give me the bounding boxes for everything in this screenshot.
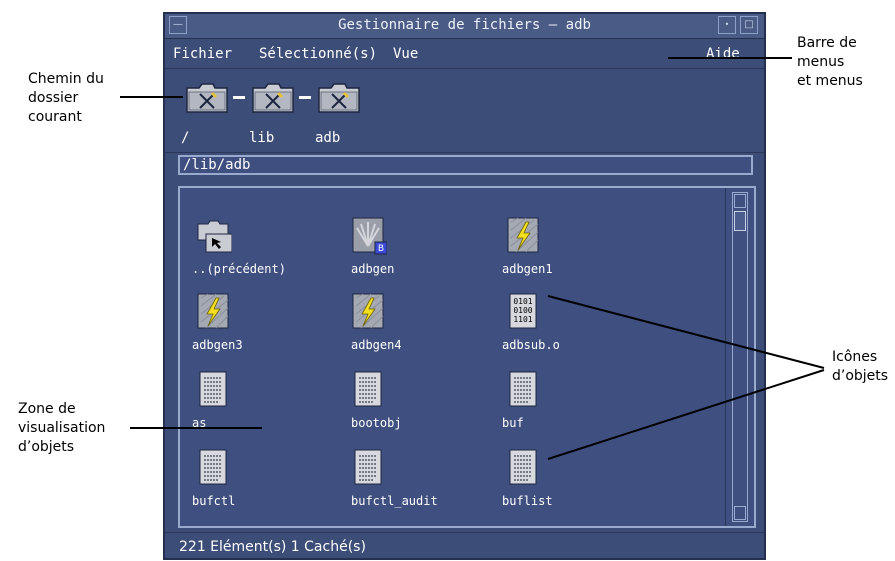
current-path-bar: / lib adb bbox=[165, 70, 764, 153]
annotation-line: dossier bbox=[28, 90, 79, 106]
path-separator bbox=[299, 96, 311, 99]
shell-script-icon: B bbox=[352, 217, 387, 255]
object-item[interactable]: 0101 0100 1101 adbsub.o bbox=[502, 292, 642, 362]
parent-folder-icon bbox=[197, 220, 232, 253]
menu-vue[interactable]: Vue bbox=[393, 46, 418, 62]
annotation-icons: Icônes d’objets bbox=[832, 348, 888, 386]
scroll-thumb[interactable] bbox=[734, 211, 746, 231]
menu-fichier[interactable]: Fichier bbox=[173, 46, 232, 62]
object-item[interactable]: buf bbox=[502, 370, 642, 440]
svg-text:1101: 1101 bbox=[513, 315, 532, 324]
text-file-icon bbox=[199, 371, 227, 407]
annotation-line: Zone de bbox=[18, 401, 76, 417]
annotation-path: Chemin du dossier courant bbox=[28, 70, 104, 127]
folder-icon-adb[interactable] bbox=[317, 80, 361, 114]
annotation-menubar: Barre de menus et menus bbox=[797, 34, 863, 91]
scroll-up-arrow[interactable] bbox=[734, 194, 746, 208]
annotation-line: et menus bbox=[797, 73, 863, 89]
svg-text:0101: 0101 bbox=[513, 297, 532, 306]
text-file-icon bbox=[354, 371, 382, 407]
object-item[interactable]: ..(précédent) bbox=[192, 216, 332, 286]
object-label: bufctl_audit bbox=[351, 494, 438, 508]
text-file-icon bbox=[354, 449, 382, 485]
object-label: buflist bbox=[502, 494, 553, 508]
executable-icon bbox=[352, 293, 384, 329]
text-file-icon bbox=[199, 449, 227, 485]
annotation-line: Barre de bbox=[797, 35, 857, 51]
path-label-root[interactable]: / bbox=[181, 130, 189, 146]
annotation-line: courant bbox=[28, 109, 82, 125]
menu-aide[interactable]: Aide bbox=[706, 46, 740, 62]
object-label: adbgen3 bbox=[192, 338, 243, 352]
annotation-line: visualisation bbox=[18, 420, 106, 436]
window-title: Gestionnaire de fichiers – adb bbox=[338, 17, 591, 33]
object-item[interactable]: bootobj bbox=[347, 370, 487, 440]
folder-icon-lib[interactable] bbox=[251, 80, 295, 114]
object-item[interactable]: buflist bbox=[502, 448, 642, 518]
menu-selectionnes[interactable]: Sélectionné(s) bbox=[259, 46, 377, 62]
object-label: bootobj bbox=[351, 416, 402, 430]
scroll-down-arrow[interactable] bbox=[734, 506, 746, 520]
path-text-field[interactable]: /lib/adb bbox=[178, 155, 753, 175]
executable-icon bbox=[507, 217, 539, 253]
text-file-icon bbox=[509, 371, 537, 407]
object-item[interactable]: adbgen3 bbox=[192, 292, 332, 362]
executable-icon bbox=[197, 293, 229, 329]
annotation-view-area: Zone de visualisation d’objets bbox=[18, 400, 105, 457]
title-bar[interactable]: — Gestionnaire de fichiers – adb • □ bbox=[165, 14, 764, 39]
object-grid: ..(précédent) B adbgen adbgen1 adbgen3 a… bbox=[180, 188, 726, 526]
annotation-line: d’objets bbox=[18, 439, 75, 455]
path-separator bbox=[233, 96, 245, 99]
object-label: bufctl bbox=[192, 494, 236, 508]
annotation-line: Chemin du bbox=[28, 71, 104, 87]
status-text: 221 Elément(s) 1 Caché(s) bbox=[179, 539, 366, 555]
object-item[interactable]: adbgen4 bbox=[347, 292, 487, 362]
svg-text:B: B bbox=[378, 244, 384, 254]
object-label: adbgen4 bbox=[351, 338, 402, 352]
object-label: ..(précédent) bbox=[192, 262, 286, 276]
menu-bar: Fichier Sélectionné(s) Vue Aide bbox=[165, 40, 764, 69]
annotation-line: d’objets bbox=[832, 368, 889, 384]
object-label: as bbox=[192, 416, 207, 430]
text-file-icon bbox=[509, 449, 537, 485]
path-label-lib[interactable]: lib bbox=[249, 130, 274, 146]
object-item[interactable]: bufctl bbox=[192, 448, 332, 518]
binary-file-icon: 0101 0100 1101 bbox=[509, 293, 537, 329]
object-label: adbgen1 bbox=[502, 262, 553, 276]
object-view-area[interactable]: ..(précédent) B adbgen adbgen1 adbgen3 a… bbox=[178, 186, 756, 528]
status-bar: 221 Elément(s) 1 Caché(s) bbox=[165, 532, 764, 561]
folder-icon-root[interactable] bbox=[185, 80, 229, 114]
object-label: buf bbox=[502, 416, 524, 430]
maximize-button[interactable]: □ bbox=[740, 16, 758, 34]
vertical-scrollbar[interactable] bbox=[732, 192, 748, 522]
object-item[interactable]: B adbgen bbox=[347, 216, 487, 286]
object-label: adbgen bbox=[351, 262, 395, 276]
annotation-line: Icônes bbox=[832, 349, 878, 365]
annotation-line: menus bbox=[797, 54, 845, 70]
object-label: adbsub.o bbox=[502, 338, 560, 352]
object-item[interactable]: adbgen1 bbox=[502, 216, 642, 286]
file-manager-window: — Gestionnaire de fichiers – adb • □ Fic… bbox=[163, 12, 766, 560]
svg-text:0100: 0100 bbox=[513, 306, 532, 315]
object-item[interactable]: bufctl_audit bbox=[347, 448, 487, 518]
minimize-button[interactable]: • bbox=[718, 16, 736, 34]
object-item[interactable]: as bbox=[192, 370, 332, 440]
path-label-adb[interactable]: adb bbox=[315, 130, 340, 146]
